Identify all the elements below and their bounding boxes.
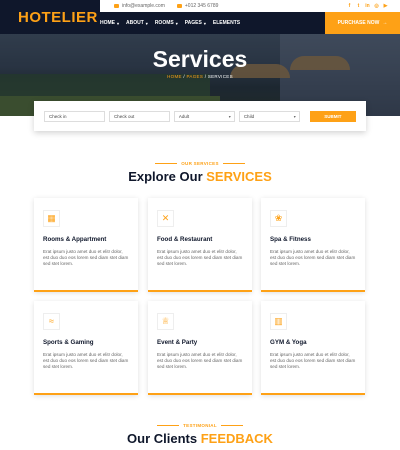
child-value: Child <box>243 113 255 119</box>
nav-label: PAGES <box>184 20 202 26</box>
check-out-input[interactable]: Check out <box>108 110 170 122</box>
service-description: Erat ipsum justo amet duo et elitr dolor… <box>43 352 129 370</box>
page: HOTELIER info@example.com +012 345 6789 … <box>0 0 400 450</box>
nav-item-home[interactable]: HOME ▾ <box>100 20 119 26</box>
nav-item-rooms[interactable]: ROOMS ▾ <box>155 20 178 26</box>
phone-contact[interactable]: +012 345 6789 <box>176 3 219 9</box>
service-title: GYM & Yoga <box>270 339 307 346</box>
testimonial-eyebrow: TESTIMONIAL <box>0 423 400 428</box>
divider <box>155 163 178 165</box>
service-title: Spa & Fitness <box>270 236 311 243</box>
services-eyebrow: OUR SERVICES <box>0 161 400 166</box>
submit-label: SUBMIT <box>324 113 342 119</box>
check-in-input[interactable]: Check in <box>44 110 105 122</box>
swimmer-icon: ≈ <box>49 316 54 326</box>
youtube-icon[interactable]: ▶ <box>383 3 388 9</box>
service-title: Sports & Gaming <box>43 339 94 346</box>
service-icon-box: ♕ <box>157 313 174 330</box>
chevron-down-icon: ▾ <box>203 20 206 26</box>
nav-label: ROOMS <box>154 20 174 26</box>
purchase-now-button[interactable]: PURCHASE NOW → <box>325 12 400 34</box>
check-out-placeholder: Check out <box>113 113 135 119</box>
navbar: HOME ▾ ABOUT ▾ ROOMS ▾ PAGES ▾ ELEMENTS PURC… <box>100 12 400 34</box>
adult-value: Adult <box>178 113 190 119</box>
divider <box>222 163 245 165</box>
services-eyebrow-text: OUR SERVICES <box>181 161 219 166</box>
testimonial-eyebrow-text: TESTIMONIAL <box>183 423 217 428</box>
chevron-down-icon: ▾ <box>117 20 120 26</box>
services-title-accent: SERVICES <box>206 169 272 184</box>
divider <box>220 425 243 427</box>
service-card[interactable]: ▦ Rooms & Appartment Erat ipsum justo am… <box>34 198 138 292</box>
nav-menu: HOME ▾ ABOUT ▾ ROOMS ▾ PAGES ▾ ELEMENTS <box>100 20 240 26</box>
testimonial-title-main: Our Clients <box>127 431 201 446</box>
chevron-down-icon: ▾ <box>293 113 296 119</box>
phone-text: +012 345 6789 <box>184 3 219 9</box>
breadcrumb-pages[interactable]: PAGES <box>186 74 203 79</box>
nav-label: ELEMENTS <box>212 20 241 26</box>
hotel-icon: ▦ <box>47 213 56 223</box>
linkedin-icon[interactable]: in <box>365 3 370 9</box>
divider <box>157 425 180 427</box>
email-text: info@example.com <box>122 3 165 9</box>
utensils-icon: ✕ <box>161 213 170 223</box>
booking-form: Check in Check out Adult ▾ Child ▾ SUBMIT <box>34 101 366 131</box>
service-icon-box: ❀ <box>270 210 287 227</box>
service-icon-box: ✕ <box>157 210 174 227</box>
top-bar: info@example.com +012 345 6789 f t in ◎ … <box>100 0 400 12</box>
service-card[interactable]: ♕ Event & Party Erat ipsum justo amet du… <box>148 301 252 395</box>
nav-item-elements[interactable]: ELEMENTS <box>213 20 240 26</box>
service-card[interactable]: ❀ Spa & Fitness Erat ipsum justo amet du… <box>261 198 365 292</box>
service-description: Erat ipsum justo amet duo et elitr dolor… <box>270 352 356 370</box>
service-description: Erat ipsum justo amet duo et elitr dolor… <box>157 352 243 370</box>
brand-name: HOTELIER <box>18 8 98 26</box>
brand-logo[interactable]: HOTELIER <box>0 0 100 34</box>
check-in-placeholder: Check in <box>49 113 67 119</box>
envelope-icon <box>114 4 119 8</box>
service-icon-box: ▥ <box>270 313 287 330</box>
service-description: Erat ipsum justo amet duo et elitr dolor… <box>270 249 356 267</box>
services-title: Explore Our SERVICES <box>0 169 400 184</box>
chevron-down-icon: ▾ <box>175 20 178 26</box>
arrow-right-icon: → <box>382 20 388 26</box>
service-card[interactable]: ▥ GYM & Yoga Erat ipsum justo amet duo e… <box>261 301 365 395</box>
breadcrumb-home[interactable]: HOME <box>167 74 182 79</box>
facebook-icon[interactable]: f <box>347 3 352 9</box>
child-select[interactable]: Child ▾ <box>238 110 300 122</box>
spa-icon: ❀ <box>274 213 283 223</box>
nav-item-about[interactable]: ABOUT ▾ <box>126 20 148 26</box>
glass-cheers-icon: ♕ <box>161 316 170 326</box>
service-description: Erat ipsum justo amet duo et elitr dolor… <box>157 249 243 267</box>
email-contact[interactable]: info@example.com <box>114 3 165 9</box>
service-title: Rooms & Appartment <box>43 236 107 243</box>
chevron-down-icon: ▾ <box>145 20 148 26</box>
breadcrumb: HOME / PAGES / SERVICES <box>0 74 400 79</box>
submit-button[interactable]: SUBMIT <box>309 110 357 122</box>
service-card[interactable]: ✕ Food & Restaurant Erat ipsum justo ame… <box>148 198 252 292</box>
dumbbell-icon: ▥ <box>274 316 283 326</box>
twitter-icon[interactable]: t <box>356 3 361 9</box>
testimonial-title: Our Clients FEEDBACK <box>0 431 400 446</box>
chevron-down-icon: ▾ <box>228 113 231 119</box>
instagram-icon[interactable]: ◎ <box>374 3 379 9</box>
testimonial-title-accent: FEEDBACK <box>200 431 273 446</box>
purchase-label: PURCHASE NOW <box>337 20 380 26</box>
social-links: f t in ◎ ▶ <box>347 3 400 9</box>
nav-label: HOME <box>100 20 115 26</box>
nav-label: ABOUT <box>126 20 144 26</box>
service-icon-box: ▦ <box>43 210 60 227</box>
adult-select[interactable]: Adult ▾ <box>173 110 235 122</box>
page-title: Services <box>152 46 248 72</box>
service-card[interactable]: ≈ Sports & Gaming Erat ipsum justo amet … <box>34 301 138 395</box>
phone-icon <box>176 4 182 8</box>
service-description: Erat ipsum justo amet duo et elitr dolor… <box>43 249 129 267</box>
nav-item-pages[interactable]: PAGES ▾ <box>185 20 206 26</box>
services-title-main: Explore Our <box>128 169 207 184</box>
breadcrumb-current: SERVICES <box>207 74 233 79</box>
service-icon-box: ≈ <box>43 313 60 330</box>
service-title: Food & Restaurant <box>157 236 213 243</box>
service-title: Event & Party <box>157 339 198 346</box>
